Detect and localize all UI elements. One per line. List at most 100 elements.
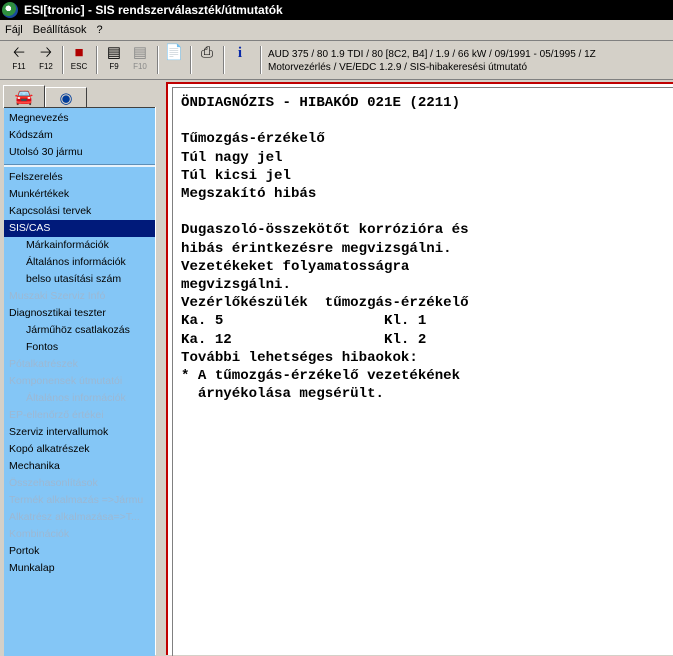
arrow-right-icon: 🡢 — [39, 44, 53, 61]
f9-button[interactable]: ▤ F9 — [102, 44, 126, 76]
sidebar-item-komponensek-utmutatoi: Komponensek útmutatói — [4, 373, 155, 390]
sidebar-item-label: Kopó alkatrészek — [9, 443, 90, 455]
page-icon: 📄 — [164, 44, 184, 61]
tab-motorbike[interactable]: ◉ — [45, 87, 87, 108]
doc-line: Ka. 12 Kl. 2 — [181, 331, 427, 348]
tab-car[interactable]: 🚘 — [3, 85, 45, 108]
sidebar-splitter[interactable] — [155, 107, 166, 655]
vehicle-info-line2: Motorvezérlés / VE/EDC 1.2.9 / SIS-hibak… — [268, 62, 527, 73]
sidebar-item-label: Komponensek útmutatói — [9, 375, 123, 387]
sidebar-item-fontos[interactable]: Fontos — [4, 339, 155, 356]
sidebar-item-jarmuhoz-csatlakozas[interactable]: Járműhöz csatlakozás — [4, 322, 155, 339]
vehicle-info: AUD 375 / 80 1.9 TDI / 80 [8C2, B4] / 1.… — [268, 48, 596, 74]
sidebar-item-munkalap[interactable]: Munkalap — [4, 560, 155, 577]
sidebar-item-kapcsolasi-tervek[interactable]: Kapcsolási tervek — [4, 203, 155, 220]
sidebar-item-label: Termék alkalmazás =>Jármu — [9, 494, 144, 506]
print-button[interactable]: ⎙ — [195, 44, 219, 76]
doc-line: árnyékolása megsérült. — [181, 386, 384, 403]
tab-strip: 🚘 ◉ — [0, 83, 165, 108]
f10-key-label: F10 — [133, 62, 147, 71]
sidebar-item-belso-utasitasi-szam[interactable]: belso utasítási szám — [4, 271, 155, 288]
sidebar-item-potalkatreszek: Pótalkatrészek — [4, 356, 155, 373]
sidebar-item-label: Portok — [9, 545, 40, 557]
sidebar-item-label: Muszaki Szerviz Infó — [9, 290, 106, 302]
sidebar-item-mechanika[interactable]: Mechanika — [4, 458, 155, 475]
sidebar-item-sis-cas[interactable]: SIS/CAS — [4, 220, 155, 237]
arrow-left-icon: 🡠 — [12, 44, 26, 61]
document-list-disabled-icon: ▤ — [132, 44, 148, 61]
sidebar-item-kopo-alkatreszek[interactable]: Kopó alkatrészek — [4, 441, 155, 458]
sidebar-item-label: Mechanika — [9, 460, 60, 472]
sidebar-item-megnevezes[interactable]: Megnevezés — [4, 110, 155, 127]
sidebar-item-label: Munkértékek — [9, 188, 70, 200]
toolbar-separator — [190, 46, 192, 74]
sidebar-item-label: Fontos — [26, 341, 59, 353]
sidebar-item-label: Kódszám — [9, 129, 53, 141]
forward-button[interactable]: 🡢 F12 — [34, 44, 58, 76]
info-icon: i — [237, 45, 243, 61]
toolbar-separator — [260, 46, 262, 74]
back-button[interactable]: 🡠 F11 — [7, 44, 31, 76]
toolbar-separator — [62, 46, 64, 74]
sidebar-item-portok[interactable]: Portok — [4, 543, 155, 560]
back-key-label: F11 — [12, 62, 26, 71]
app-logo-icon — [2, 2, 18, 18]
sidebar-item-termek-alkalmazas: Termék alkalmazás =>Jármu — [4, 492, 155, 509]
toolbar-separator — [223, 46, 225, 74]
sidebar-item-label: Pótalkatrészek — [9, 358, 78, 370]
document-text: ÖNDIAGNÓZIS - HIBAKÓD 021E (2211) Tűmozg… — [181, 94, 469, 403]
sidebar-item-label: Alkatrész alkalmazása=>T... — [9, 511, 140, 523]
sidebar-item-label: Járműhöz csatlakozás — [26, 324, 130, 336]
sidebar-item-label: SIS/CAS — [9, 222, 51, 234]
f9-key-label: F9 — [109, 62, 119, 71]
sidebar-item-label: Összehasonlítások — [9, 477, 98, 489]
sidebar-item-label: Szerviz intervallumok — [9, 426, 109, 438]
sidebar-item-label: Általános információk — [26, 256, 126, 268]
info-button[interactable]: i — [228, 44, 252, 76]
f10-button[interactable]: ▤ F10 — [128, 44, 152, 76]
sidebar-item-munkertekek[interactable]: Munkértékek — [4, 186, 155, 203]
sidebar-item-label: Általános információk — [26, 392, 126, 404]
document-list-icon: ▤ — [106, 44, 122, 61]
sidebar-item-label: Munkalap — [9, 562, 55, 574]
sidebar-item-szerviz-intervallumok[interactable]: Szerviz intervallumok — [4, 424, 155, 441]
vehicle-info-line1: AUD 375 / 80 1.9 TDI / 80 [8C2, B4] / 1.… — [268, 49, 596, 60]
sidebar-item-diagnosztikai-teszter[interactable]: Diagnosztikai teszter — [4, 305, 155, 322]
printer-icon: ⎙ — [200, 44, 213, 61]
sidebar-item-altalanos-informaciok[interactable]: Általános információk — [4, 254, 155, 271]
sidebar-item-kodszam[interactable]: Kódszám — [4, 127, 155, 144]
menu-help[interactable]: ? — [92, 24, 108, 36]
sidebar-divider — [4, 164, 155, 167]
doc-line: Ka. 5 Kl. 1 — [181, 313, 427, 330]
sidebar-item-ep-ellenorzo-ertekei: EP-ellenőrző értékei — [4, 407, 155, 424]
sidebar-item-label: Kapcsolási tervek — [9, 205, 92, 217]
sidebar-item-osszehasonlitasok: Összehasonlítások — [4, 475, 155, 492]
sidebar: Megnevezés Kódszám Utolsó 30 jármu Felsz… — [4, 107, 155, 656]
doc-line: Megszakító hibás — [181, 186, 317, 203]
escape-icon: ■ — [74, 44, 84, 61]
document-heading: ÖNDIAGNÓZIS - HIBAKÓD 021E (2211) — [181, 95, 461, 111]
sidebar-item-felszereles[interactable]: Felszerelés — [4, 169, 155, 186]
sidebar-item-utolso-30[interactable]: Utolsó 30 jármu — [4, 144, 155, 161]
title-bar: ESI[tronic] - SIS rendszerválaszték/útmu… — [0, 0, 673, 20]
sidebar-item-label: Márkainformációk — [26, 239, 109, 251]
document-viewer[interactable]: ÖNDIAGNÓZIS - HIBAKÓD 021E (2211) Tűmozg… — [172, 87, 673, 656]
page-button[interactable]: 📄 — [162, 44, 186, 76]
doc-line: Túl kicsi jel — [181, 167, 291, 184]
window-title: ESI[tronic] - SIS rendszerválaszték/útmu… — [24, 3, 283, 17]
doc-line: hibás érintkezésre megvizsgálni. — [181, 240, 452, 257]
toolbar-separator — [96, 46, 98, 74]
escape-key-label: ESC — [70, 62, 88, 71]
doc-line: Dugaszoló-összekötőt korrózióra és — [181, 222, 469, 239]
menu-bar: Fájl Beállítások ? — [0, 20, 673, 41]
menu-file[interactable]: Fájl — [0, 24, 28, 36]
doc-line: Vezérlőkészülék tűmozgás-érzékelő — [181, 295, 469, 312]
sidebar-item-altalanos-informaciok-2: Általános információk — [4, 390, 155, 407]
document-frame: ÖNDIAGNÓZIS - HIBAKÓD 021E (2211) Tűmozg… — [166, 82, 673, 656]
escape-button[interactable]: ■ ESC — [67, 44, 91, 76]
sidebar-item-markainformaciok[interactable]: Márkainformációk — [4, 237, 155, 254]
doc-line: Tűmozgás-érzékelő — [181, 131, 325, 148]
doc-line: További lehetséges hibaokok: — [181, 349, 418, 366]
menu-settings[interactable]: Beállítások — [28, 24, 92, 36]
forward-key-label: F12 — [39, 62, 53, 71]
